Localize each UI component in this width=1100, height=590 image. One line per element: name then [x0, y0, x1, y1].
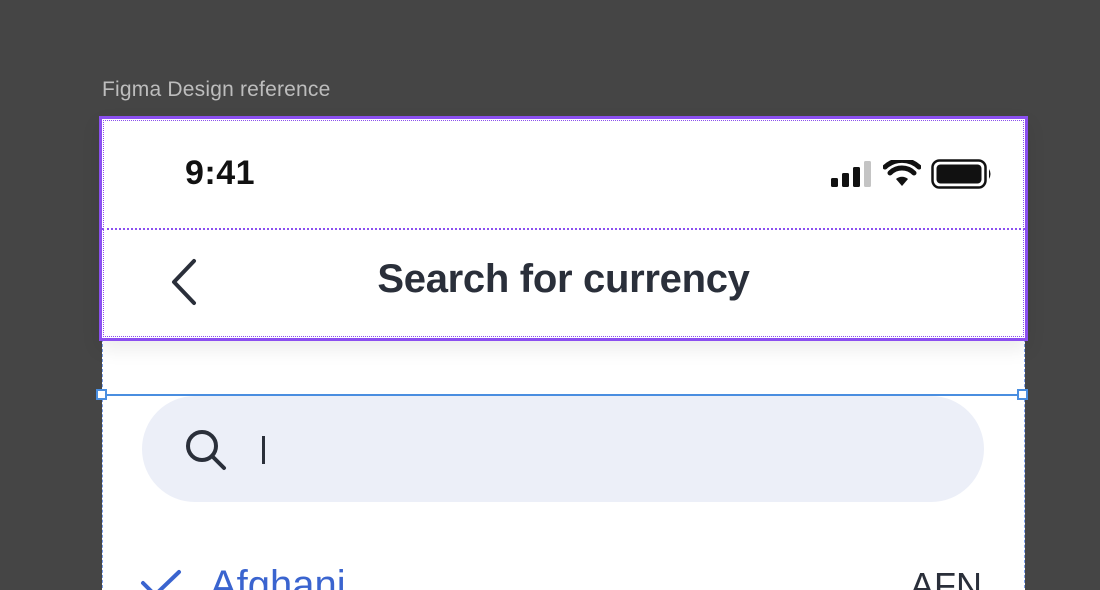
frame-caption: Figma Design reference: [102, 78, 331, 101]
battery-icon: [931, 159, 991, 189]
text-caret: [262, 436, 265, 464]
currency-list-item[interactable]: Afghani AFN: [102, 555, 1022, 590]
figma-canvas: Figma Design reference 9:41 Search for c…: [0, 0, 1100, 590]
header-frame[interactable]: 9:41 Search for currency: [99, 116, 1028, 341]
page-title: Search for currency: [377, 257, 750, 301]
status-nav-divider: [102, 228, 1025, 230]
resize-handle-top-left[interactable]: [96, 389, 107, 400]
checkmark-icon: [141, 570, 181, 590]
cellular-signal-icon: [831, 161, 871, 187]
currency-code: AFN: [910, 565, 982, 590]
search-icon: [186, 430, 226, 470]
currency-name: Afghani: [210, 563, 346, 590]
search-input[interactable]: [142, 396, 984, 502]
status-time: 9:41: [185, 154, 256, 192]
status-icons: [831, 159, 993, 189]
wifi-icon: [883, 160, 921, 186]
resize-handle-top-right[interactable]: [1017, 389, 1028, 400]
